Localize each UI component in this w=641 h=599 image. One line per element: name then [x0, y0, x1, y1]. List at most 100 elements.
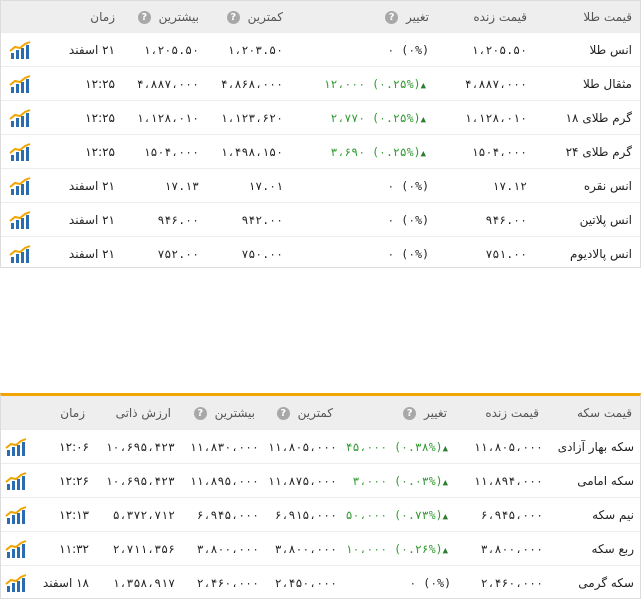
chart-icon[interactable] — [5, 437, 27, 457]
chart-cell[interactable] — [1, 573, 35, 593]
name-cell[interactable]: انس پالادیوم — [535, 247, 640, 261]
item-name[interactable]: ربع سکه — [592, 542, 634, 556]
chart-cell[interactable] — [1, 539, 35, 559]
item-name[interactable]: گرم طلای ۲۴ — [566, 145, 632, 159]
low-value: ۱۱،۸۷۵،۰۰۰ — [267, 473, 337, 488]
table-row[interactable]: ۱۲:۲۶ ۱۰،۶۹۵،۴۲۳ ۱۱،۸۹۵،۰۰۰ ۱۱،۸۷۵،۰۰۰ ▲(۰.۰… — [1, 463, 640, 497]
item-name[interactable]: سکه گرمی — [578, 576, 634, 590]
chart-icon[interactable] — [9, 40, 31, 60]
chart-cell[interactable] — [1, 108, 43, 128]
change-value: (۰%) ۰ — [387, 246, 429, 261]
item-name[interactable]: مثقال طلا — [583, 77, 632, 91]
change-value: (۰%) ۰ — [387, 212, 429, 227]
live-cell: ۱۷.۱۲ — [437, 179, 535, 193]
chart-cell[interactable] — [1, 142, 43, 162]
table-row[interactable]: ۱۲:۲۵ ۴،۸۸۷،۰۰۰ ۴،۸۶۸،۰۰۰ ▲(۰.۲۵%) ۱۲،۰۰۰ ۴،… — [1, 66, 640, 100]
chart-cell[interactable] — [1, 74, 43, 94]
table-row[interactable]: ۱۱:۳۲ ۲،۷۱۱،۳۵۶ ۳،۸۰۰،۰۰۰ ۳،۸۰۰،۰۰۰ ▲(۰.۲۶%)… — [1, 531, 640, 565]
chart-cell[interactable] — [1, 210, 43, 230]
item-name[interactable]: انس پالادیوم — [570, 247, 632, 261]
chart-icon[interactable] — [5, 505, 27, 525]
name-cell[interactable]: انس طلا — [535, 43, 640, 57]
name-cell[interactable]: سکه امامی — [547, 474, 640, 488]
header-change-label: تغییر — [406, 9, 429, 24]
low-value: ۳،۸۰۰،۰۰۰ — [274, 541, 337, 556]
chart-icon[interactable] — [5, 471, 27, 491]
arrow-up-icon: ▲ — [442, 477, 448, 488]
item-name[interactable]: انس پلاتین — [580, 213, 632, 227]
table-row[interactable]: ۱۸ اسفند ۱،۳۵۸،۹۱۷ ۲،۴۶۰،۰۰۰ ۲،۴۵۰،۰۰۰ (۰%) … — [1, 565, 640, 599]
table-row[interactable]: ۱۲:۲۵ ۱،۱۲۸،۰۱۰ ۱،۱۲۳،۶۲۰ ▲(۰.۲۵%) ۲،۷۷۰ ۱،۱… — [1, 100, 640, 134]
table-row[interactable]: ۲۱ اسفند ۱۷.۱۳ ۱۷.۰۱ (۰%) ۰ ۱۷.۱۲ انس نقره — [1, 168, 640, 202]
time-value: ۱۲:۲۵ — [85, 76, 115, 91]
header-intrinsic: ارزش ذاتی — [93, 406, 179, 420]
chart-icon[interactable] — [5, 573, 27, 593]
arrow-up-icon: ▲ — [442, 511, 448, 522]
time-value: ۱۸ اسفند — [42, 575, 89, 590]
info-icon[interactable]: ? — [137, 10, 151, 24]
info-icon[interactable]: ? — [276, 406, 290, 420]
item-name[interactable]: سکه امامی — [577, 474, 634, 488]
time-value: ۲۱ اسفند — [68, 42, 115, 57]
header-change-label: تغییر — [424, 405, 447, 420]
info-icon[interactable]: ? — [193, 406, 207, 420]
change-cell: (۰%) ۰ — [341, 576, 455, 590]
chart-cell[interactable] — [1, 176, 43, 196]
item-name[interactable]: نیم سکه — [592, 508, 634, 522]
info-icon[interactable]: ? — [226, 10, 240, 24]
high-cell: ۹۴۶.۰۰ — [123, 213, 207, 227]
low-cell: ۱،۲۰۳.۵۰ — [207, 43, 291, 57]
header-time: زمان — [43, 10, 123, 24]
chart-icon[interactable] — [9, 244, 31, 264]
high-cell: ۱۷.۱۳ — [123, 179, 207, 193]
chart-cell[interactable] — [1, 505, 35, 525]
table-row[interactable]: ۱۲:۱۳ ۵،۳۷۲،۷۱۲ ۶،۹۴۵،۰۰۰ ۶،۹۱۵،۰۰۰ ▲(۰.۷۳%)… — [1, 497, 640, 531]
name-cell[interactable]: انس پلاتین — [535, 213, 640, 227]
chart-cell[interactable] — [1, 471, 35, 491]
table-row[interactable]: ۲۱ اسفند ۷۵۲.۰۰ ۷۵۰.۰۰ (۰%) ۰ ۷۵۱.۰۰ انس پالا… — [1, 236, 640, 270]
item-name[interactable]: انس نقره — [584, 179, 632, 193]
header-name-label: قیمت سکه — [576, 405, 632, 420]
high-value: ۱،۲۰۵.۵۰ — [143, 42, 199, 57]
name-cell[interactable]: نیم سکه — [547, 508, 640, 522]
name-cell[interactable]: گرم طلای ۱۸ — [535, 111, 640, 125]
info-icon[interactable]: ? — [385, 10, 399, 24]
table-row[interactable]: ۱۲:۰۶ ۱۰،۶۹۵،۴۲۳ ۱۱،۸۳۰،۰۰۰ ۱۱،۸۰۵،۰۰۰ ▲(۰.۳… — [1, 429, 640, 463]
intrinsic-cell: ۲،۷۱۱،۳۵۶ — [93, 542, 179, 556]
name-cell[interactable]: انس نقره — [535, 179, 640, 193]
table-row[interactable]: ۲۱ اسفند ۱،۲۰۵.۵۰ ۱،۲۰۳.۵۰ (۰%) ۰ ۱،۲۰۵.۵۰ ان… — [1, 32, 640, 66]
item-name[interactable]: انس طلا — [590, 43, 633, 57]
name-cell[interactable]: سکه گرمی — [547, 576, 640, 590]
item-name[interactable]: گرم طلای ۱۸ — [566, 111, 632, 125]
live-value: ۳،۸۰۰،۰۰۰ — [480, 541, 543, 556]
item-name[interactable]: سکه بهار آزادی — [558, 440, 634, 454]
name-cell[interactable]: مثقال طلا — [535, 77, 640, 91]
header-name: قیمت طلا — [535, 10, 640, 24]
low-cell: ۱،۱۲۳،۶۲۰ — [207, 111, 291, 125]
live-cell: ۱۱،۸۰۵،۰۰۰ — [455, 440, 547, 454]
chart-cell[interactable] — [1, 40, 43, 60]
change-value: (۰.۲۵%) ۳،۶۹۰ — [330, 144, 421, 159]
name-cell[interactable]: گرم طلای ۲۴ — [535, 145, 640, 159]
high-value: ۳،۸۰۰،۰۰۰ — [196, 541, 259, 556]
intrinsic-cell: ۵،۳۷۲،۷۱۲ — [93, 508, 179, 522]
time-cell: ۱۲:۲۵ — [43, 145, 123, 159]
chart-cell[interactable] — [1, 437, 35, 457]
high-value: ۷۵۲.۰۰ — [157, 246, 199, 261]
table-row[interactable]: ۲۱ اسفند ۹۴۶.۰۰ ۹۴۲.۰۰ (۰%) ۰ ۹۴۶.۰۰ انس پلات… — [1, 202, 640, 236]
chart-icon[interactable] — [5, 539, 27, 559]
gold-table-header: زمان بیشترین ? کمترین ? تغییر ? قیمت زند… — [1, 1, 640, 32]
info-icon[interactable]: ? — [403, 406, 417, 420]
table-row[interactable]: ۱۲:۲۵ ۱۵۰۴،۰۰۰ ۱،۴۹۸،۱۵۰ ▲(۰.۲۵%) ۳،۶۹۰ ۱۵۰۴… — [1, 134, 640, 168]
chart-icon[interactable] — [9, 74, 31, 94]
intrinsic-cell: ۱،۳۵۸،۹۱۷ — [93, 576, 179, 590]
chart-icon[interactable] — [9, 142, 31, 162]
chart-cell[interactable] — [1, 244, 43, 264]
chart-icon[interactable] — [9, 108, 31, 128]
chart-icon[interactable] — [9, 210, 31, 230]
name-cell[interactable]: سکه بهار آزادی — [547, 440, 640, 454]
name-cell[interactable]: ربع سکه — [547, 542, 640, 556]
intrinsic-value: ۲،۷۱۱،۳۵۶ — [112, 541, 175, 556]
chart-icon[interactable] — [9, 176, 31, 196]
time-cell: ۱۸ اسفند — [35, 576, 93, 590]
